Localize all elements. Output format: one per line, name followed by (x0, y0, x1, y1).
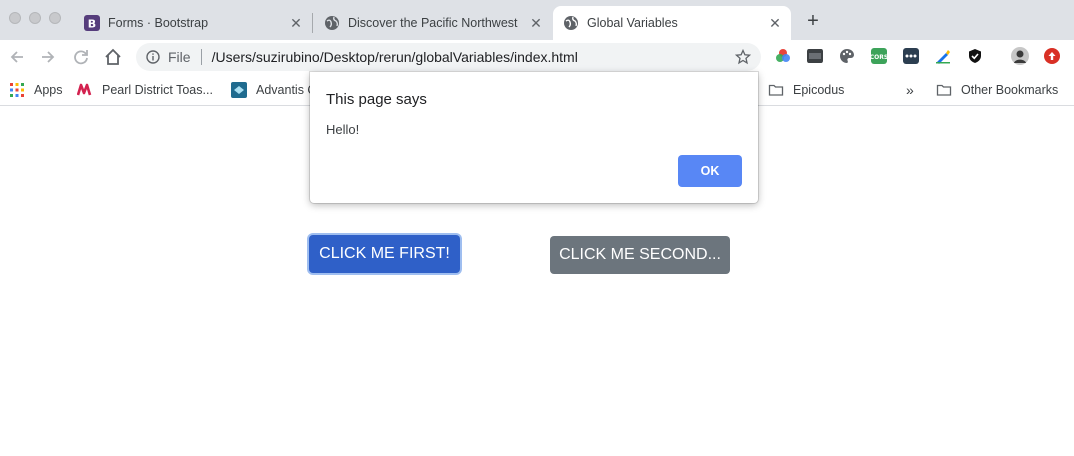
globe-icon (325, 16, 339, 30)
click-me-second-button[interactable]: CLICK ME SECOND... (550, 236, 730, 274)
bookmark-other-bookmarks[interactable]: Other Bookmarks (936, 81, 1058, 99)
profile-avatar-icon[interactable] (1011, 47, 1029, 65)
folder-icon (936, 84, 952, 96)
close-window-button[interactable] (9, 12, 21, 24)
alert-dialog: This page says Hello! OK (310, 72, 758, 203)
home-icon[interactable] (102, 46, 124, 68)
maximize-window-button[interactable] (49, 12, 61, 24)
bookmark-advantis[interactable]: Advantis C (231, 81, 316, 99)
bookmark-label: Other Bookmarks (961, 83, 1059, 97)
tab-strip: B Forms · Bootstrap ✕ Discover the Pacif… (0, 0, 1074, 40)
pencil-extension-icon[interactable] (935, 48, 951, 64)
close-tab-icon[interactable]: ✕ (288, 15, 304, 32)
bookmark-label: Apps (34, 83, 63, 97)
color-wheel-extension-icon[interactable] (775, 48, 791, 64)
tab-global-variables[interactable]: Global Variables ✕ (553, 6, 791, 40)
tab-discover-pnw[interactable]: Discover the Pacific Northwest ✕ (314, 6, 552, 40)
apps-grid-icon (10, 83, 24, 97)
palette-extension-icon[interactable] (839, 48, 855, 64)
tab-title: Global Variables (587, 16, 678, 30)
bookmark-epicodus[interactable]: Epicodus (768, 81, 844, 99)
globe-icon (564, 16, 578, 30)
minimize-window-button[interactable] (29, 12, 41, 24)
bookmarks-overflow-chevron[interactable]: » (906, 81, 914, 99)
back-arrow-icon[interactable] (6, 46, 28, 68)
more-dots-extension-icon[interactable] (903, 48, 919, 64)
url-text[interactable]: /Users/suzirubino/Desktop/rerun/globalVa… (212, 49, 735, 65)
dialog-title: This page says (326, 91, 427, 108)
dialog-message: Hello! (326, 122, 360, 137)
new-tab-button[interactable]: + (803, 10, 823, 32)
update-arrow-icon[interactable] (1044, 48, 1060, 64)
bookmark-label: Pearl District Toas... (102, 83, 213, 97)
click-me-first-button[interactable]: CLICK ME FIRST! (309, 235, 460, 273)
dialog-ok-button[interactable]: OK (678, 155, 742, 187)
browser-window: B Forms · Bootstrap ✕ Discover the Pacif… (0, 0, 1074, 456)
bookmark-star-icon[interactable] (735, 49, 751, 65)
close-tab-icon[interactable]: ✕ (767, 15, 783, 32)
reload-icon[interactable] (70, 46, 92, 68)
pearl-district-icon (77, 83, 92, 96)
address-bar[interactable]: File /Users/suzirubino/Desktop/rerun/glo… (136, 43, 761, 71)
scheme-label: File (168, 49, 191, 65)
bootstrap-icon: B (84, 15, 100, 31)
svg-text:CORS: CORS (871, 54, 887, 61)
tab-forms-bootstrap[interactable]: B Forms · Bootstrap ✕ (74, 6, 312, 40)
advantis-icon (231, 82, 247, 98)
bookmark-pearl-district[interactable]: Pearl District Toas... (77, 81, 213, 99)
bookmark-label: Epicodus (793, 83, 845, 97)
info-icon[interactable] (146, 50, 160, 64)
shield-check-extension-icon[interactable] (967, 48, 983, 64)
tab-title: Forms · Bootstrap (108, 16, 209, 30)
web-developer-extension-icon[interactable] (807, 48, 823, 64)
tab-title: Discover the Pacific Northwest (348, 16, 518, 30)
bookmark-apps[interactable]: Apps (9, 81, 63, 99)
cors-extension-icon[interactable]: CORS (871, 48, 887, 64)
address-separator (200, 49, 202, 65)
svg-text:B: B (88, 18, 96, 31)
forward-arrow-icon[interactable] (37, 46, 59, 68)
tab-separator (312, 13, 313, 33)
bookmark-label: Advantis C (256, 83, 317, 97)
folder-icon (768, 84, 784, 96)
close-tab-icon[interactable]: ✕ (528, 15, 544, 32)
